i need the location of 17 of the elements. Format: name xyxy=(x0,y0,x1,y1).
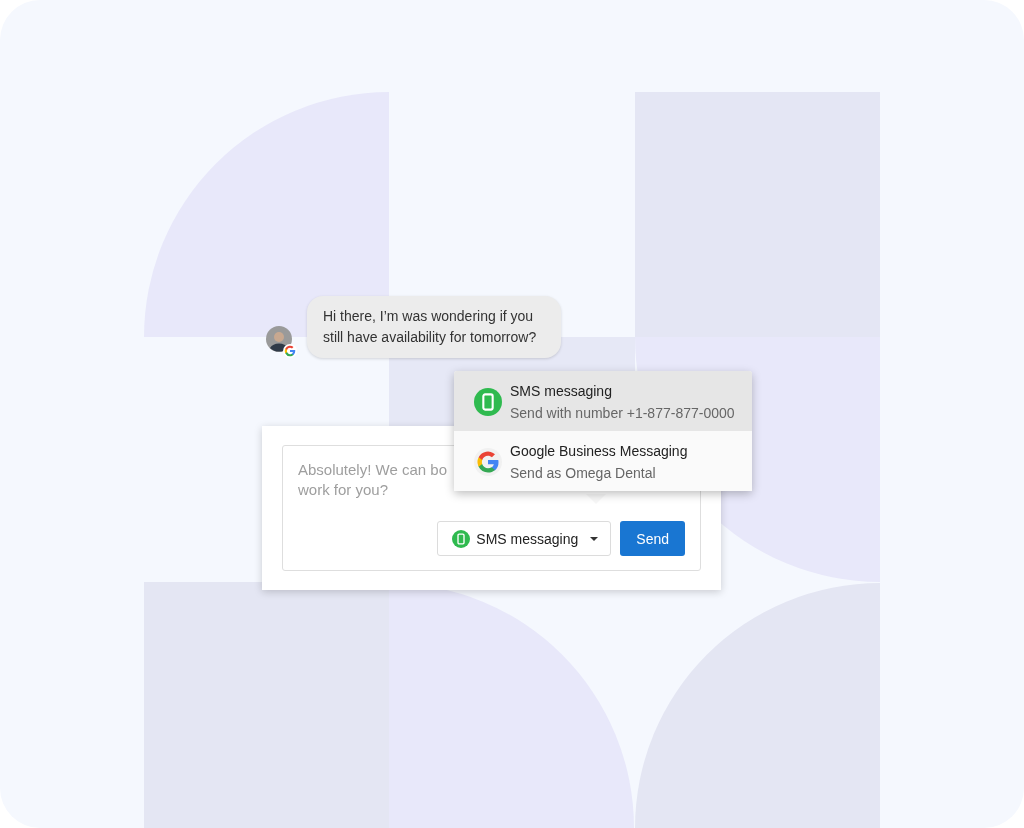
channel-dropdown[interactable]: SMS messaging xyxy=(437,521,612,556)
item-subtitle: Send as Omega Dental xyxy=(510,464,657,482)
menu-item[interactable]: Google Business Messaging Send as Omega Dental xyxy=(454,431,752,491)
item-title: SMS messaging xyxy=(510,382,613,400)
message-text: work for you? xyxy=(298,480,389,500)
google-badge-icon xyxy=(283,344,297,358)
menu-pointer xyxy=(586,494,606,505)
caret-icon xyxy=(590,536,599,541)
item-title: Google Business Messaging xyxy=(510,442,688,460)
google-icon xyxy=(474,448,502,476)
item-subtitle: Send with number +1-877-877-0000 xyxy=(510,404,735,422)
send-button[interactable]: Send xyxy=(620,521,685,556)
phone-icon xyxy=(452,529,471,548)
menu-item[interactable]: SMS messaging Send with number +1-877-877-0000 xyxy=(454,371,752,431)
message-bubble: Hi there, I’m was wondering if you still have availability for tomorrow? xyxy=(307,296,561,358)
message-text: Absolutely! We can bo xyxy=(298,460,447,480)
phone-icon xyxy=(474,388,502,416)
